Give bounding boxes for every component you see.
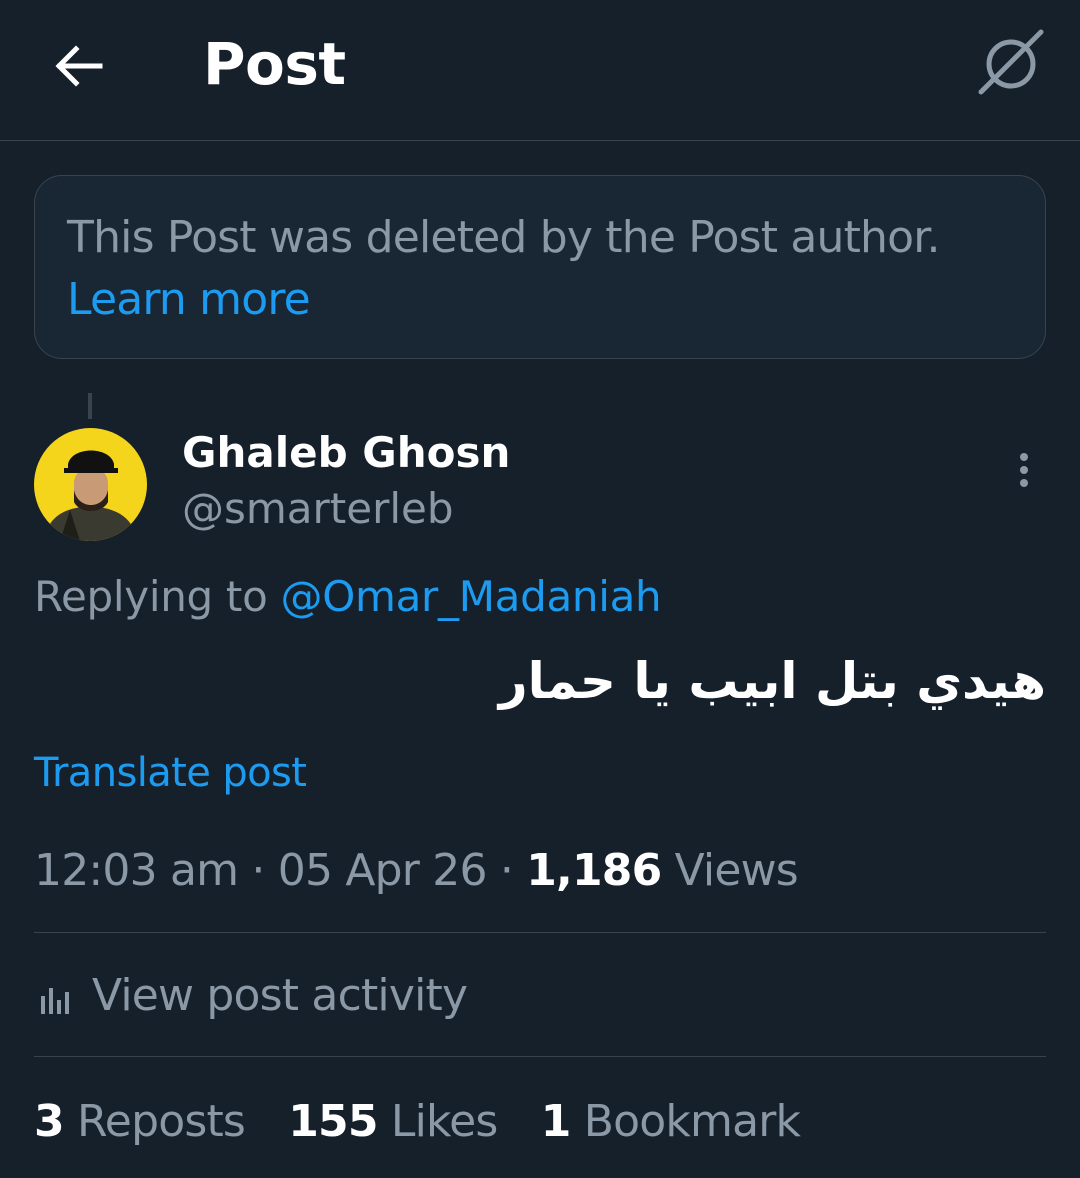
more-options-button[interactable]: [1004, 448, 1044, 498]
learn-more-link[interactable]: Learn more: [67, 274, 311, 325]
translate-post-link[interactable]: Translate post: [34, 750, 307, 796]
view-post-activity-label: View post activity: [92, 970, 468, 1021]
reposts-stat[interactable]: 3 Reposts: [34, 1096, 246, 1147]
post-text: هيدي بتل ابيب يا حمار: [498, 652, 1046, 710]
page-title: Post: [203, 30, 346, 98]
bookmarks-count: 1: [540, 1096, 572, 1147]
post-metadata: 12:03 am · 05 Apr 26 · 1,186 Views: [34, 845, 799, 896]
post-date[interactable]: 05 Apr 26: [278, 845, 488, 896]
thread-connector: [88, 393, 92, 419]
top-bar: Post: [0, 0, 1080, 141]
deleted-post-notice: This Post was deleted by the Post author…: [34, 175, 1046, 359]
author-handle[interactable]: @smarterleb: [182, 484, 454, 533]
grok-button[interactable]: [975, 28, 1047, 100]
divider: [34, 1056, 1046, 1057]
more-dot: [1020, 466, 1028, 474]
author-name[interactable]: Ghaleb Ghosn: [182, 428, 510, 477]
avatar-image: [34, 428, 147, 541]
grok-icon: [978, 29, 1044, 95]
replying-prefix: Replying to: [34, 572, 268, 621]
avatar[interactable]: [34, 428, 147, 541]
deleted-notice-text: This Post was deleted by the Post author…: [67, 212, 940, 263]
views-label: Views: [674, 845, 799, 896]
replying-to-handle-link[interactable]: @Omar_Madaniah: [281, 572, 662, 621]
reposts-label: Reposts: [77, 1096, 246, 1147]
likes-label: Likes: [390, 1096, 498, 1147]
bookmarks-stat[interactable]: 1 Bookmark: [541, 1096, 801, 1147]
more-dots-icon: [1020, 453, 1028, 461]
likes-stat[interactable]: 155 Likes: [288, 1096, 498, 1147]
post-time[interactable]: 12:03 am: [34, 845, 239, 896]
likes-count: 155: [288, 1096, 378, 1147]
divider: [34, 932, 1046, 933]
reposts-count: 3: [34, 1096, 65, 1147]
more-dot: [1020, 479, 1028, 487]
meta-separator: ·: [499, 845, 514, 896]
views-count: 1,186: [526, 845, 662, 896]
back-button[interactable]: [50, 38, 106, 94]
replying-to: Replying to @Omar_Madaniah: [34, 572, 662, 621]
bookmarks-label: Bookmark: [583, 1096, 801, 1147]
arrow-left-icon: [55, 45, 103, 87]
engagement-stats: 3 Reposts 155 Likes 1 Bookmark: [34, 1096, 830, 1147]
meta-separator: ·: [251, 845, 265, 896]
analytics-icon: [41, 988, 69, 1014]
